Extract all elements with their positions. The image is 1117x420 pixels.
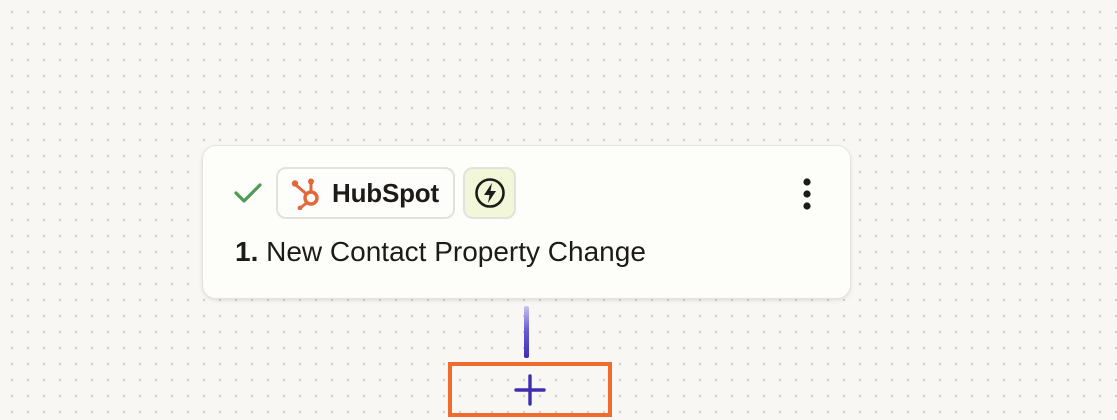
step-menu-button[interactable] bbox=[789, 174, 825, 214]
app-chip-hubspot[interactable]: HubSpot bbox=[276, 167, 455, 219]
step-title-text: New Contact Property Change bbox=[266, 236, 646, 267]
step-title: 1. New Contact Property Change bbox=[235, 236, 646, 268]
lightning-bolt-icon bbox=[474, 178, 505, 208]
trigger-badge bbox=[463, 167, 516, 219]
trigger-step-card[interactable]: HubSpot 1. New Contact Property Change bbox=[202, 145, 851, 299]
hubspot-icon bbox=[291, 178, 319, 210]
app-name: HubSpot bbox=[332, 177, 439, 208]
plus-icon bbox=[514, 373, 546, 406]
more-vertical-icon bbox=[803, 178, 811, 210]
check-icon bbox=[234, 183, 262, 203]
step-number: 1. bbox=[235, 236, 259, 267]
add-step-button[interactable] bbox=[448, 362, 612, 417]
step-connector-line bbox=[524, 306, 529, 358]
workflow-canvas: HubSpot 1. New Contact Property Change bbox=[0, 0, 1117, 420]
